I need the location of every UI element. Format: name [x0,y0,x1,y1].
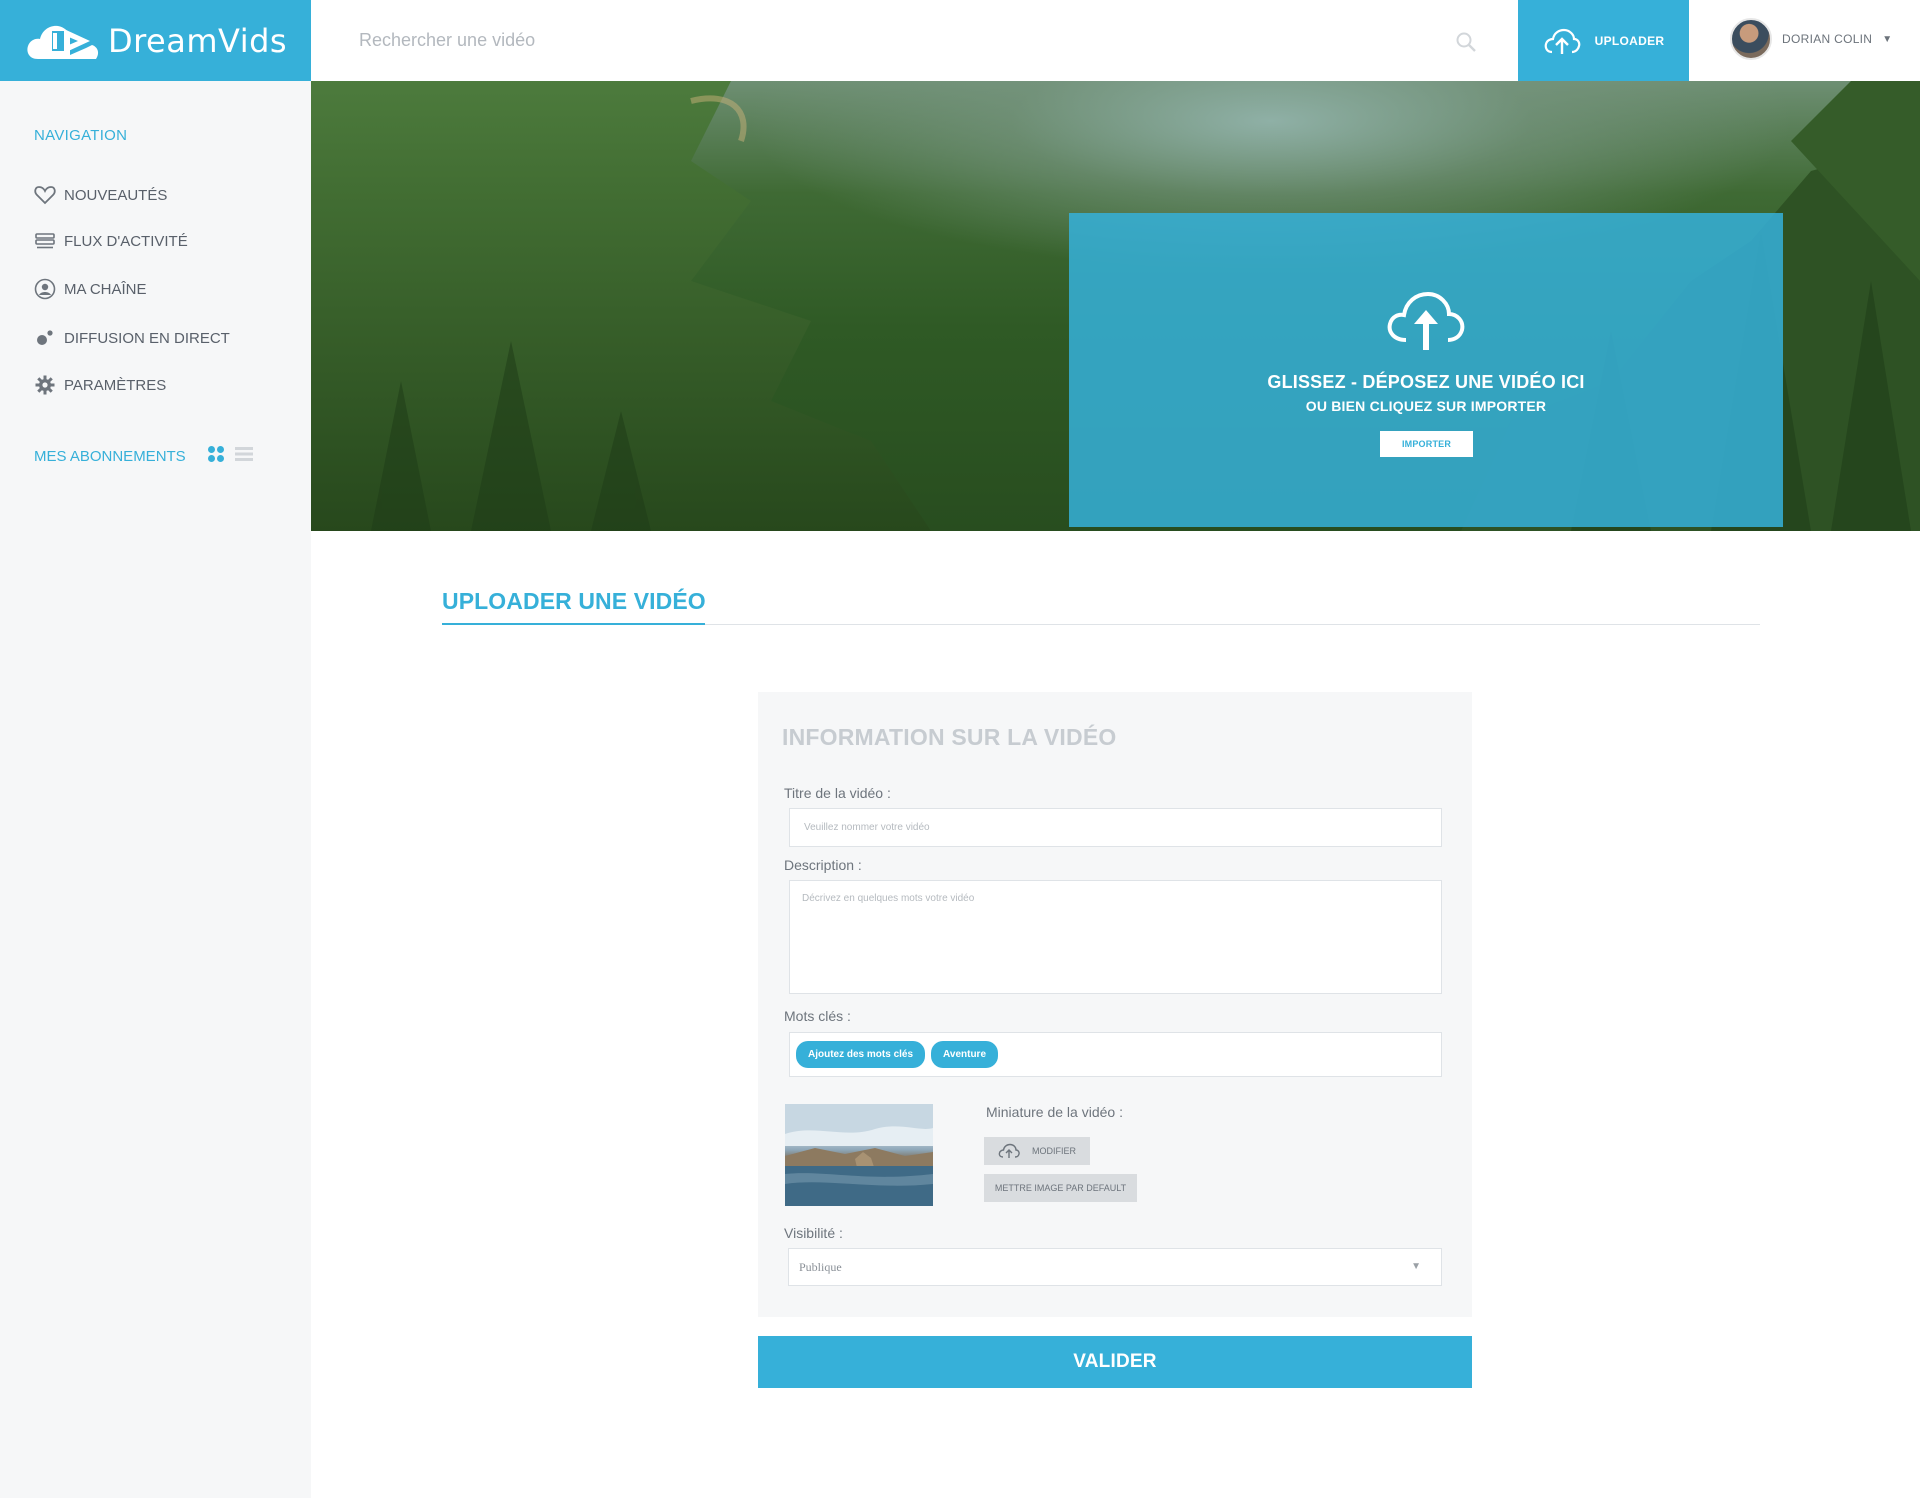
keywords-label: Mots clés : [784,1008,851,1024]
video-thumbnail [785,1104,933,1206]
live-icon [34,327,56,349]
grid-view-icon[interactable] [207,445,225,463]
sidebar-item-label: NOUVEAUTÉS [64,186,168,204]
search-bar [311,0,1518,81]
avatar [1730,18,1772,60]
keyword-tag[interactable]: Ajoutez des mots clés [796,1041,926,1068]
video-title-label: Titre de la vidéo : [784,785,891,801]
hero-banner: GLISSEZ - DÉPOSEZ UNE VIDÉO ICI OU BIEN … [311,81,1920,531]
gear-icon [34,374,56,396]
chevron-down-icon: ▼ [1882,33,1893,45]
chevron-down-icon: ▼ [1411,1261,1421,1272]
sidebar-item-label: DIFFUSION EN DIRECT [64,329,230,347]
thumbnail-label: Miniature de la vidéo : [986,1104,1123,1120]
modify-thumbnail-button[interactable]: MODIFIER [984,1137,1090,1165]
description-textarea[interactable] [789,880,1442,994]
search-input[interactable] [359,30,1459,51]
cloud-upload-icon [998,1143,1020,1158]
top-bar: DreamVids UPLOADER DORIAN COLIN ▼ [0,0,1920,81]
modify-button-label: MODIFIER [1032,1146,1076,1156]
upload-button[interactable]: UPLOADER [1518,0,1689,81]
keyword-tag[interactable]: Aventure [931,1041,999,1068]
cloud-upload-icon [1544,28,1580,54]
default-image-button[interactable]: METTRE IMAGE PAR DEFAULT [984,1174,1137,1202]
import-button[interactable]: IMPORTER [1380,431,1473,457]
video-title-input[interactable] [789,808,1442,847]
upload-button-label: UPLOADER [1594,33,1665,48]
nav-title: NAVIGATION [34,127,128,144]
sidebar: NAVIGATION NOUVEAUTÉS FLUX D'ACTIVITÉ MA… [0,81,311,1498]
drop-zone-subtitle: OU BIEN CLIQUEZ SUR IMPORTER [1305,398,1547,414]
sidebar-item-flux[interactable]: FLUX D'ACTIVITÉ [34,230,188,252]
video-drop-zone[interactable]: GLISSEZ - DÉPOSEZ UNE VIDÉO ICI OU BIEN … [1069,213,1783,527]
stack-icon [34,230,56,252]
subscriptions-title: MES ABONNEMENTS [34,448,186,465]
visibility-value: Publique [799,1259,842,1274]
logo[interactable]: DreamVids [0,0,311,81]
keywords-input[interactable]: Ajoutez des mots clés Aventure [789,1032,1442,1077]
visibility-select[interactable]: Publique ▼ [788,1248,1442,1286]
sidebar-item-nouveautes[interactable]: NOUVEAUTÉS [34,184,167,206]
user-circle-icon [34,278,56,300]
form-title: INFORMATION SUR LA VIDÉO [782,724,1117,750]
description-label: Description : [784,857,862,873]
user-name: DORIAN COLIN [1782,32,1873,46]
sidebar-item-label: FLUX D'ACTIVITÉ [64,232,188,250]
sidebar-item-ma-chaine[interactable]: MA CHAÎNE [34,278,147,300]
list-view-icon[interactable] [235,446,253,462]
thumbnail-image [785,1104,933,1206]
sidebar-item-diffusion[interactable]: DIFFUSION EN DIRECT [34,327,230,349]
logo-icon [27,25,99,59]
search-icon[interactable] [1454,30,1478,54]
heart-icon [34,184,56,206]
page-title: UPLOADER UNE VIDÉO [442,588,706,614]
logo-text: DreamVids [107,21,288,60]
sidebar-item-label: MA CHAÎNE [64,280,147,298]
video-info-form: INFORMATION SUR LA VIDÉO Titre de la vid… [758,692,1472,1317]
submit-button[interactable]: VALIDER [758,1336,1472,1388]
cloud-upload-icon [1387,291,1465,350]
visibility-label: Visibilité : [784,1225,843,1241]
sidebar-item-parametres[interactable]: PARAMÈTRES [34,374,166,396]
drop-zone-title: GLISSEZ - DÉPOSEZ UNE VIDÉO ICI [1267,372,1585,392]
sidebar-item-label: PARAMÈTRES [64,376,167,394]
user-menu[interactable]: DORIAN COLIN ▼ [1730,18,1892,60]
section-underline [442,623,705,625]
